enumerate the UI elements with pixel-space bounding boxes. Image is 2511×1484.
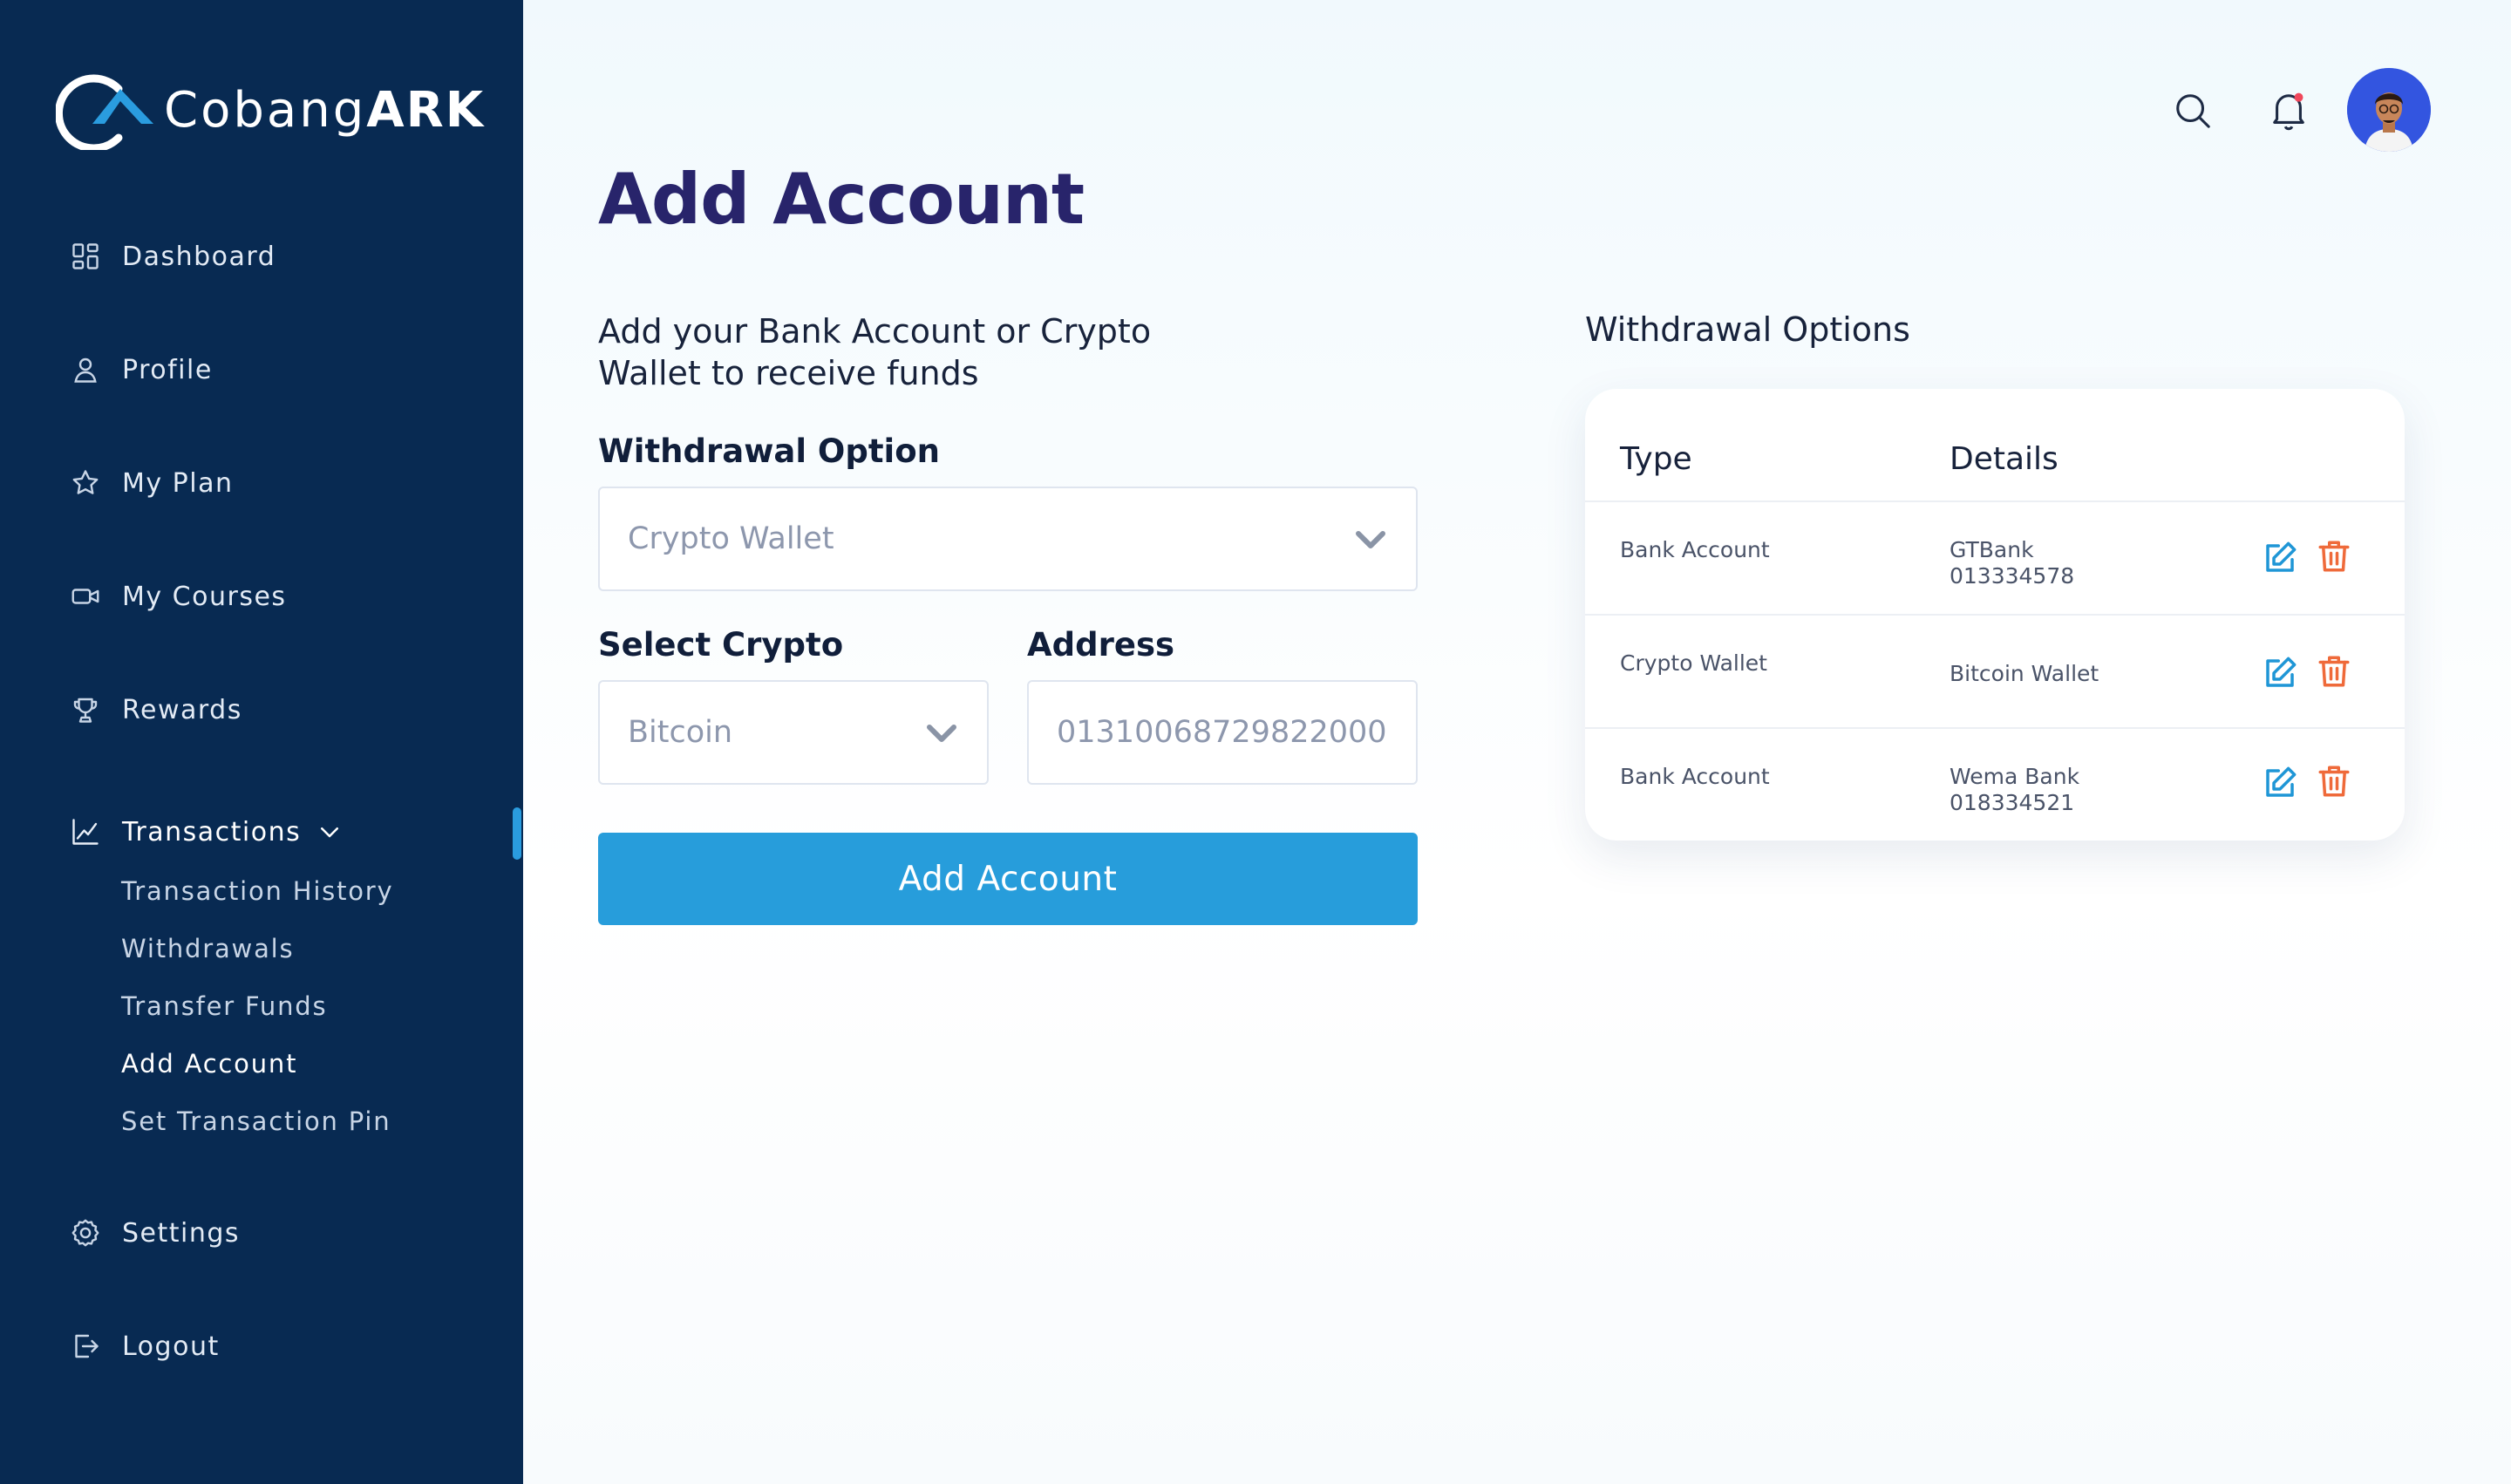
active-indicator <box>513 807 521 860</box>
withdrawal-option-value: Crypto Wallet <box>628 521 834 556</box>
brand-name: CobangARK <box>164 81 486 139</box>
sidebar-item-label: Rewards <box>122 694 242 725</box>
search-icon[interactable] <box>2173 91 2213 131</box>
sidebar-item-profile[interactable]: Profile <box>70 354 213 385</box>
sidebar-subitem-transfer-funds[interactable]: Transfer Funds <box>121 991 327 1021</box>
row-details-line2: 013334578 <box>1950 563 2075 589</box>
page-intro: Add your Bank Account or Crypto Wallet t… <box>598 312 1152 392</box>
sidebar-subitem-withdrawals[interactable]: Withdrawals <box>121 934 294 963</box>
notification-dot <box>2294 92 2303 102</box>
sidebar-subitem-add-account[interactable]: Add Account <box>121 1049 297 1079</box>
sidebar-subitem-transaction-history[interactable]: Transaction History <box>121 876 394 906</box>
sidebar-item-my-plan[interactable]: My Plan <box>70 467 234 499</box>
select-crypto-value: Bitcoin <box>628 715 733 750</box>
trash-icon[interactable] <box>2316 762 2352 800</box>
row-type: Crypto Wallet <box>1620 650 1767 676</box>
row-type: Bank Account <box>1620 537 1770 562</box>
star-icon <box>70 467 101 499</box>
address-value: 01310068729822000 <box>1057 715 1387 750</box>
sidebar-item-my-courses[interactable]: My Courses <box>70 581 287 612</box>
edit-icon[interactable] <box>2262 764 2298 802</box>
add-account-button[interactable]: Add Account <box>598 833 1418 925</box>
sidebar-item-label: Settings <box>122 1217 241 1249</box>
edit-icon[interactable] <box>2262 539 2298 577</box>
row-type: Bank Account <box>1620 764 1770 789</box>
brand-logo[interactable]: CobangARK <box>56 70 485 150</box>
sidebar-item-label: Logout <box>122 1331 220 1362</box>
sidebar: CobangARK Dashboard Profile My Plan My C… <box>0 0 523 1484</box>
page-title: Add Account <box>598 159 1085 240</box>
logo-mark-icon <box>56 74 153 150</box>
sidebar-item-logout[interactable]: Logout <box>70 1331 220 1362</box>
grid-icon <box>70 241 101 272</box>
user-icon <box>70 354 101 385</box>
withdrawal-option-label: Withdrawal Option <box>598 432 941 470</box>
address-input[interactable]: 01310068729822000 <box>1027 680 1418 785</box>
sidebar-item-dashboard[interactable]: Dashboard <box>70 241 276 272</box>
select-crypto-select[interactable]: Bitcoin <box>598 680 989 785</box>
select-crypto-label: Select Crypto <box>598 626 844 664</box>
table-row: Crypto Wallet Bitcoin Wallet <box>1585 614 2405 727</box>
user-avatar-icon <box>2347 68 2431 152</box>
address-label: Address <box>1027 626 1174 664</box>
bell-icon[interactable] <box>2269 89 2309 133</box>
sidebar-item-settings[interactable]: Settings <box>70 1217 240 1249</box>
sidebar-subitem-set-transaction-pin[interactable]: Set Transaction Pin <box>121 1106 391 1136</box>
logout-icon <box>70 1331 101 1362</box>
table-row: Bank Account GTBank 013334578 <box>1585 500 2405 614</box>
column-header-details: Details <box>1950 441 2058 477</box>
sidebar-item-rewards[interactable]: Rewards <box>70 694 242 725</box>
row-details-line1: GTBank <box>1950 537 2034 562</box>
row-details-line1: Wema Bank <box>1950 764 2080 789</box>
chevron-down-icon <box>924 720 959 746</box>
chart-line-icon <box>70 816 101 848</box>
gear-icon <box>70 1217 101 1249</box>
row-details-line1: Bitcoin Wallet <box>1950 661 2099 686</box>
edit-icon[interactable] <box>2262 654 2298 692</box>
sidebar-item-label: Profile <box>122 354 213 385</box>
table-row: Bank Account Wema Bank 018334521 <box>1585 727 2405 841</box>
row-details: GTBank 013334578 <box>1950 537 2074 589</box>
chevron-down-icon <box>1353 527 1388 553</box>
video-icon <box>70 581 101 612</box>
sidebar-item-label: Dashboard <box>122 241 276 272</box>
withdrawal-option-select[interactable]: Crypto Wallet <box>598 487 1418 591</box>
sidebar-item-label: My Plan <box>122 467 234 499</box>
row-details-line2: 018334521 <box>1950 790 2075 815</box>
column-header-type: Type <box>1620 441 1692 477</box>
row-details: Wema Bank 018334521 <box>1950 764 2079 816</box>
sidebar-item-label: My Courses <box>122 581 287 612</box>
trash-icon[interactable] <box>2316 652 2352 691</box>
withdrawal-options-title: Withdrawal Options <box>1585 310 1910 349</box>
trophy-icon <box>70 694 101 725</box>
sidebar-item-label: Transactions <box>122 816 302 848</box>
withdrawal-options-table: Type Details Bank Account GTBank 0133345… <box>1585 389 2405 841</box>
chevron-down-icon[interactable] <box>316 819 343 845</box>
row-details: Bitcoin Wallet <box>1950 661 2099 687</box>
trash-icon[interactable] <box>2316 537 2352 575</box>
avatar[interactable] <box>2347 68 2431 152</box>
sidebar-item-transactions[interactable]: Transactions <box>70 816 343 848</box>
